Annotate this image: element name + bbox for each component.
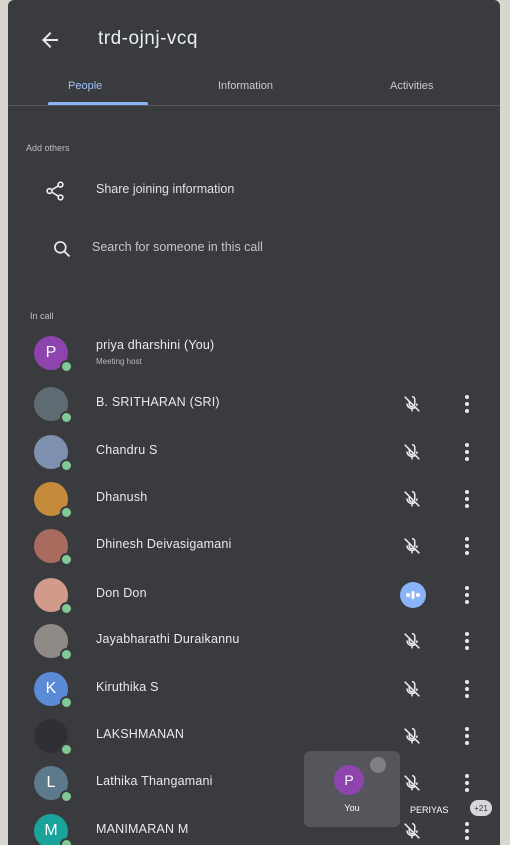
- in-call-label: In call: [30, 311, 54, 321]
- search-icon: [54, 241, 71, 258]
- participant-row[interactable]: L Lathika Thangamani: [8, 760, 500, 806]
- participant-role: Meeting host: [96, 357, 142, 366]
- more-options-icon[interactable]: [460, 391, 474, 417]
- more-options-icon[interactable]: [460, 676, 474, 702]
- participant-row[interactable]: Don Don: [8, 572, 500, 618]
- online-status-dot: [60, 553, 73, 566]
- participant-name: Dhanush: [96, 490, 148, 504]
- participant-name: LAKSHMANAN: [96, 727, 185, 741]
- second-tile-label: PERIYAS: [410, 805, 449, 815]
- mic-off-icon[interactable]: [401, 725, 423, 747]
- online-status-dot: [60, 506, 73, 519]
- mic-off-badge-icon: [370, 757, 386, 773]
- self-tile-label: You: [344, 803, 360, 813]
- share-joining-info-button[interactable]: Share joining information: [8, 168, 500, 214]
- more-options-icon[interactable]: [460, 770, 474, 796]
- self-tile-avatar: P: [334, 765, 364, 795]
- mic-off-icon[interactable]: [401, 441, 423, 463]
- participant-name: Don Don: [96, 586, 147, 600]
- more-options-icon[interactable]: [460, 818, 474, 844]
- more-options-icon[interactable]: [460, 628, 474, 654]
- participant-name: Kiruthika S: [96, 680, 159, 694]
- more-options-icon[interactable]: [460, 582, 474, 608]
- tab-activities[interactable]: Activities: [390, 80, 433, 92]
- participant-row[interactable]: Ppriya dharshini (You) Meeting host: [8, 330, 500, 376]
- search-placeholder: Search for someone in this call: [92, 240, 263, 254]
- mic-off-icon[interactable]: [401, 488, 423, 510]
- share-icon: [46, 181, 64, 201]
- mic-off-icon[interactable]: [401, 630, 423, 652]
- participant-name: Chandru S: [96, 443, 158, 457]
- mic-off-icon[interactable]: [401, 678, 423, 700]
- more-participants-badge[interactable]: +21: [470, 800, 492, 816]
- mic-off-icon[interactable]: [401, 535, 423, 557]
- call-people-panel: trd-ojnj-vcq People Information Activiti…: [8, 0, 500, 845]
- self-video-tile[interactable]: P You: [304, 751, 400, 827]
- participant-name: Jayabharathi Duraikannu: [96, 632, 240, 646]
- more-options-icon[interactable]: [460, 723, 474, 749]
- mic-off-icon[interactable]: [401, 772, 423, 794]
- meeting-code-title: trd-ojnj-vcq: [98, 28, 198, 49]
- participant-name: Lathika Thangamani: [96, 774, 213, 788]
- more-options-icon[interactable]: [460, 439, 474, 465]
- participant-name: Dhinesh Deivasigamani: [96, 537, 232, 551]
- speaking-indicator-icon[interactable]: [400, 582, 426, 608]
- add-others-label: Add others: [26, 143, 70, 153]
- participant-row[interactable]: Dhanush: [8, 476, 500, 522]
- online-status-dot: [60, 838, 73, 845]
- participant-row[interactable]: Jayabharathi Duraikannu: [8, 618, 500, 664]
- search-participants-input[interactable]: Search for someone in this call: [8, 226, 500, 272]
- participant-name: MANIMARAN M: [96, 822, 189, 836]
- top-bar: trd-ojnj-vcq: [8, 0, 500, 80]
- participant-row[interactable]: K Kiruthika S: [8, 666, 500, 712]
- online-status-dot: [60, 648, 73, 661]
- online-status-dot: [60, 602, 73, 615]
- participant-row[interactable]: B. SRITHARAN (SRI): [8, 381, 500, 427]
- online-status-dot: [60, 459, 73, 472]
- more-options-icon[interactable]: [460, 486, 474, 512]
- online-status-dot: [60, 743, 73, 756]
- participant-name: priya dharshini (You): [96, 338, 215, 352]
- online-status-dot: [60, 360, 73, 373]
- tab-information[interactable]: Information: [218, 80, 273, 92]
- mic-off-icon[interactable]: [401, 820, 423, 842]
- tab-divider: [8, 105, 500, 106]
- share-joining-info-label: Share joining information: [96, 182, 235, 196]
- arrow-left-icon[interactable]: [38, 28, 62, 52]
- online-status-dot: [60, 790, 73, 803]
- participant-row[interactable]: LAKSHMANAN: [8, 713, 500, 759]
- online-status-dot: [60, 696, 73, 709]
- tab-people[interactable]: People: [68, 80, 102, 92]
- mic-off-icon[interactable]: [401, 393, 423, 415]
- participant-row[interactable]: Dhinesh Deivasigamani: [8, 523, 500, 569]
- participant-name: B. SRITHARAN (SRI): [96, 395, 220, 409]
- participant-row[interactable]: Chandru S: [8, 429, 500, 475]
- online-status-dot: [60, 411, 73, 424]
- more-options-icon[interactable]: [460, 533, 474, 559]
